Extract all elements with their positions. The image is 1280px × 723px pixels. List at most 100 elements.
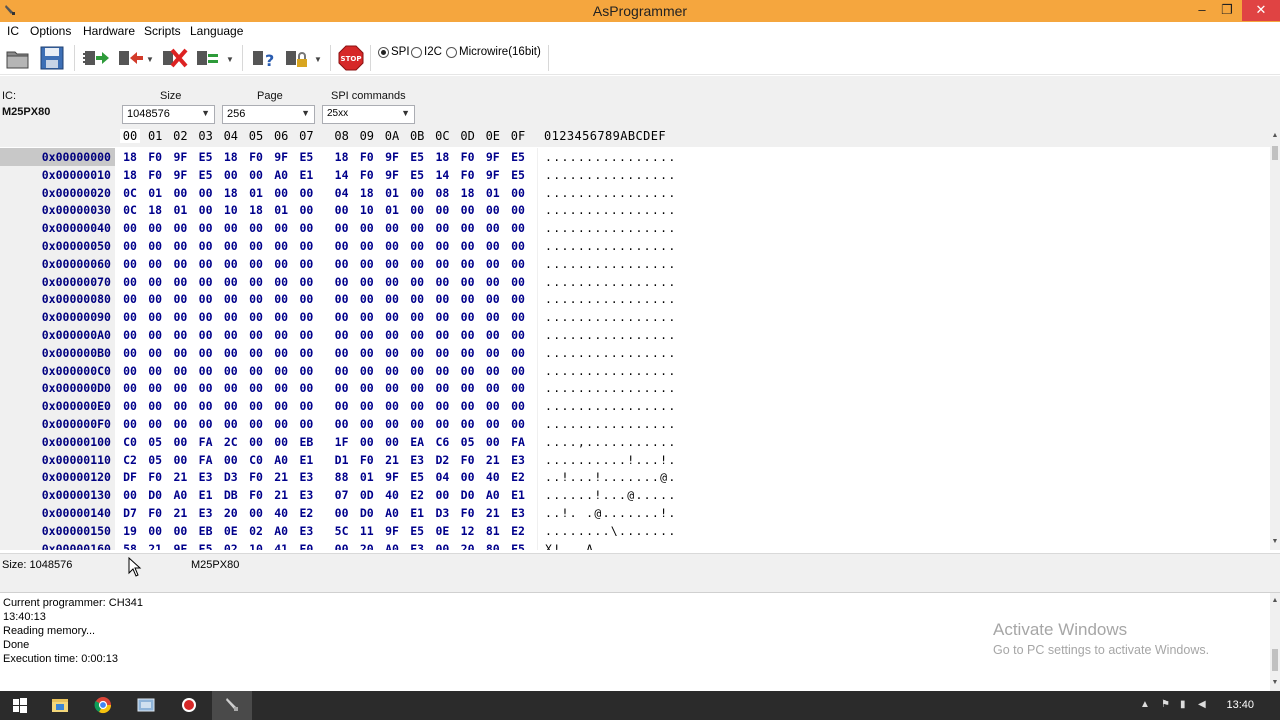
ascii-cell[interactable]: ................ xyxy=(545,237,703,255)
hex-byte-cell[interactable]: 00 xyxy=(432,308,452,326)
hex-byte-cell[interactable]: 00 xyxy=(458,344,478,362)
hex-byte-cell[interactable]: 00 xyxy=(145,237,165,255)
hex-byte-cell[interactable]: E5 xyxy=(508,166,528,184)
network-icon[interactable]: ▮ xyxy=(1180,699,1186,710)
hex-byte-cell[interactable]: 00 xyxy=(170,237,190,255)
ascii-cell[interactable]: ................ xyxy=(545,201,703,219)
hex-byte-cell[interactable]: 9F xyxy=(170,166,190,184)
hex-byte-cell[interactable]: 00 xyxy=(246,379,266,397)
ascii-cell[interactable]: ..!. .@.......!. xyxy=(545,504,703,522)
hex-byte-cell[interactable]: 00 xyxy=(508,201,528,219)
hex-byte-cell[interactable]: 01 xyxy=(483,184,503,202)
size-select[interactable]: 1048576 ▼ xyxy=(122,105,215,124)
hex-byte-cell[interactable]: 00 xyxy=(432,486,452,504)
hex-byte-cell[interactable]: 00 xyxy=(296,184,316,202)
hex-byte-cell[interactable]: 18 xyxy=(145,201,165,219)
hex-byte-cell[interactable]: 00 xyxy=(271,290,291,308)
ascii-cell[interactable]: ................ xyxy=(545,308,703,326)
hex-byte-cell[interactable]: 00 xyxy=(432,273,452,291)
hex-byte-cell[interactable]: 21 xyxy=(271,486,291,504)
scroll-down-arrow-icon[interactable]: ▼ xyxy=(1270,679,1280,686)
hex-byte-cell[interactable]: 00 xyxy=(196,308,216,326)
hex-byte-cell[interactable]: 00 xyxy=(145,219,165,237)
hex-byte-cell[interactable]: 00 xyxy=(170,451,190,469)
hex-byte-cell[interactable]: 00 xyxy=(432,326,452,344)
ascii-cell[interactable]: ..!...!.......@. xyxy=(545,468,703,486)
hex-vertical-scrollbar[interactable]: ▲ ▼ xyxy=(1270,128,1280,550)
hex-byte-cell[interactable]: D0 xyxy=(458,486,478,504)
hex-byte-cell[interactable]: 00 xyxy=(508,362,528,380)
hex-byte-cell[interactable]: 00 xyxy=(332,397,352,415)
hex-byte-cell[interactable]: 21 xyxy=(170,468,190,486)
hex-byte-cell[interactable]: F0 xyxy=(458,166,478,184)
hex-byte-cell[interactable]: 5C xyxy=(332,522,352,540)
ascii-cell[interactable]: ................ xyxy=(545,344,703,362)
hex-byte-cell[interactable]: 00 xyxy=(432,201,452,219)
hex-byte-cell[interactable]: 00 xyxy=(196,344,216,362)
hex-byte-cell[interactable]: 00 xyxy=(483,379,503,397)
hex-byte-cell[interactable]: 00 xyxy=(170,397,190,415)
hex-byte-cell[interactable]: 00 xyxy=(407,273,427,291)
ascii-cell[interactable]: ................ xyxy=(545,273,703,291)
hex-byte-cell[interactable]: 00 xyxy=(221,255,241,273)
hex-byte-cell[interactable]: 01 xyxy=(382,201,402,219)
log-vertical-scrollbar[interactable]: ▲ ▼ xyxy=(1270,593,1280,691)
hex-byte-cell[interactable]: 19 xyxy=(120,522,140,540)
hex-byte-cell[interactable]: A0 xyxy=(170,486,190,504)
hex-byte-cell[interactable]: 18 xyxy=(357,184,377,202)
hex-byte-cell[interactable]: A0 xyxy=(382,504,402,522)
hex-byte-cell[interactable]: 00 xyxy=(483,308,503,326)
hex-row[interactable]: 0x00000020 0C 01 00 00 18 01 00 00 04 18 01 00 08 18 01… xyxy=(0,183,1270,202)
hex-byte-cell[interactable]: 00 xyxy=(271,344,291,362)
hex-byte-cell[interactable]: E5 xyxy=(407,522,427,540)
hex-byte-cell[interactable]: 9F xyxy=(271,148,291,166)
hex-byte-cell[interactable]: 00 xyxy=(357,308,377,326)
hex-byte-cell[interactable]: 00 xyxy=(246,433,266,451)
hex-byte-cell[interactable]: 40 xyxy=(271,504,291,522)
hex-byte-cell[interactable]: 00 xyxy=(246,237,266,255)
hex-byte-cell[interactable]: 80 xyxy=(483,540,503,550)
restore-button[interactable]: ❐ xyxy=(1210,0,1244,21)
hex-byte-cell[interactable]: 00 xyxy=(296,308,316,326)
hex-byte-cell[interactable]: 00 xyxy=(296,362,316,380)
menu-language[interactable]: Language xyxy=(190,24,243,38)
scrollbar-thumb[interactable] xyxy=(1272,146,1278,160)
hex-byte-cell[interactable]: 00 xyxy=(196,255,216,273)
hex-byte-cell[interactable]: 0E xyxy=(221,522,241,540)
hex-byte-cell[interactable]: 00 xyxy=(170,184,190,202)
hex-byte-cell[interactable]: 00 xyxy=(170,326,190,344)
hex-byte-cell[interactable]: 00 xyxy=(332,219,352,237)
hex-byte-cell[interactable]: 00 xyxy=(332,540,352,550)
hex-row[interactable]: 0x00000140 D7 F0 21 E3 20 00 40 E2 00 D0 A0 E1 D3 F0 21… xyxy=(0,504,1270,522)
hex-byte-cell[interactable]: 01 xyxy=(246,184,266,202)
hex-byte-cell[interactable]: 00 xyxy=(120,290,140,308)
hex-byte-cell[interactable]: A0 xyxy=(271,451,291,469)
hex-byte-cell[interactable]: 00 xyxy=(382,344,402,362)
hex-byte-cell[interactable]: 00 xyxy=(508,344,528,362)
hex-byte-cell[interactable]: 00 xyxy=(221,308,241,326)
hex-byte-cell[interactable]: 00 xyxy=(145,290,165,308)
hex-byte-cell[interactable]: 00 xyxy=(296,255,316,273)
hex-byte-cell[interactable]: 00 xyxy=(221,397,241,415)
hex-row[interactable]: 0x00000110 C2 05 00 FA 00 C0 A0 E1 D1 F0 21 E3 D2 F0 21… xyxy=(0,450,1270,469)
hex-byte-cell[interactable]: 00 xyxy=(508,397,528,415)
hex-byte-cell[interactable]: 00 xyxy=(407,362,427,380)
hex-row[interactable]: 0x00000000 18 F0 9F E5 18 F0 9F E5 18 F0 9F E5 18 F0 9F… xyxy=(0,148,1270,166)
hex-byte-cell[interactable]: 00 xyxy=(458,415,478,433)
hex-byte-cell[interactable]: 9F xyxy=(483,166,503,184)
hex-byte-cell[interactable]: 00 xyxy=(246,166,266,184)
hex-byte-cell[interactable]: 00 xyxy=(120,415,140,433)
hex-byte-cell[interactable]: 00 xyxy=(120,255,140,273)
hex-byte-cell[interactable]: 00 xyxy=(296,273,316,291)
hex-byte-cell[interactable]: 04 xyxy=(432,468,452,486)
hex-byte-cell[interactable]: 00 xyxy=(145,397,165,415)
hex-byte-cell[interactable]: 00 xyxy=(170,290,190,308)
hex-byte-cell[interactable]: 00 xyxy=(120,486,140,504)
hex-byte-cell[interactable]: E5 xyxy=(407,148,427,166)
hex-byte-cell[interactable]: A0 xyxy=(483,486,503,504)
ascii-cell[interactable]: ................ xyxy=(545,166,703,184)
hex-byte-cell[interactable]: 00 xyxy=(246,255,266,273)
hex-byte-cell[interactable]: D3 xyxy=(432,504,452,522)
hex-byte-cell[interactable]: 00 xyxy=(483,397,503,415)
hex-byte-cell[interactable]: 02 xyxy=(246,522,266,540)
